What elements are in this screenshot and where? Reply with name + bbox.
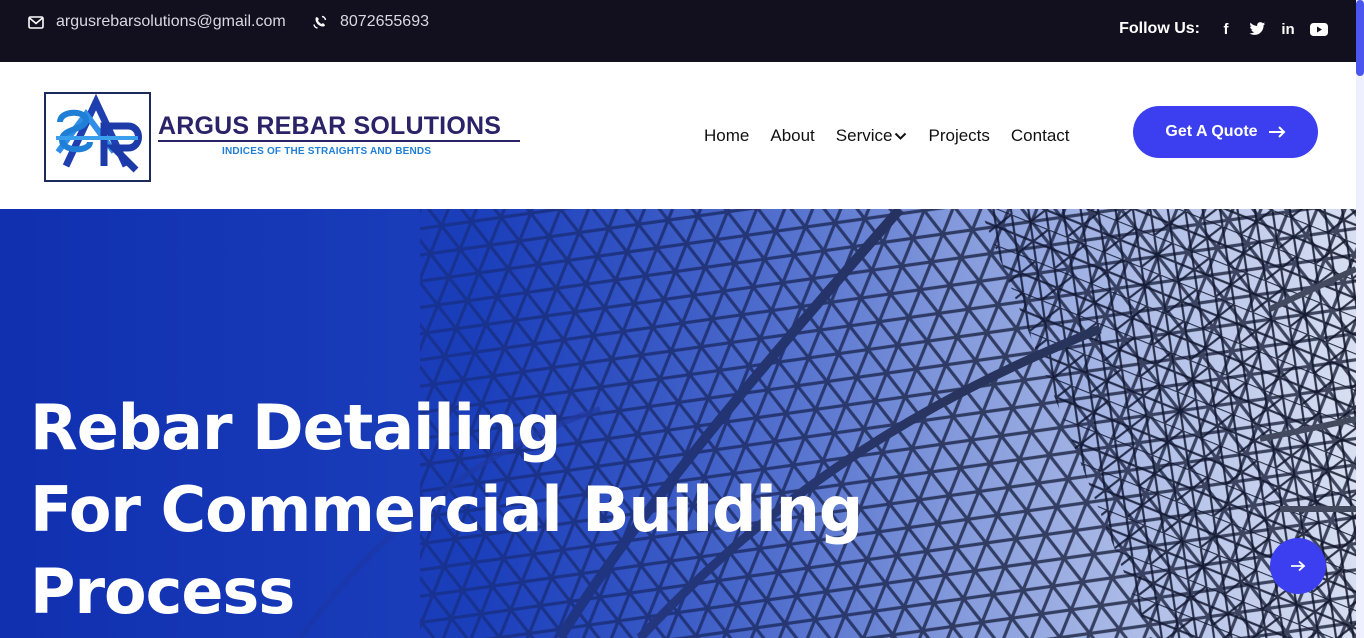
scrollbar-thumb[interactable] (1356, 0, 1364, 76)
hero-heading-line-3: Process (30, 555, 295, 628)
nav-contact[interactable]: Contact (1011, 126, 1070, 146)
arrow-right-icon (1268, 126, 1285, 138)
follow-label: Follow Us: (1119, 20, 1200, 37)
quote-label: Get A Quote (1165, 123, 1258, 140)
phone-text: 8072655693 (340, 13, 429, 30)
phone-ring-icon (313, 15, 327, 29)
hero-heading: Rebar Detailing For Commercial Building … (30, 387, 863, 633)
nav-about[interactable]: About (770, 126, 814, 146)
facebook-icon[interactable]: f (1217, 20, 1235, 38)
top-bar: argusrebarsolutions@gmail.com 8072655693… (0, 0, 1356, 62)
logo-divider (158, 140, 520, 142)
nav-home[interactable]: Home (704, 126, 749, 146)
slider-next-button[interactable] (1270, 538, 1326, 594)
youtube-icon[interactable] (1310, 20, 1328, 38)
get-a-quote-button[interactable]: Get A Quote (1133, 106, 1318, 158)
hero-heading-line-1: Rebar Detailing (30, 391, 561, 464)
linkedin-icon[interactable]: in (1279, 20, 1297, 38)
arrow-right-icon (1291, 560, 1306, 572)
email-contact[interactable]: argusrebarsolutions@gmail.com (28, 13, 286, 31)
logo-tagline: INDICES OF THE STRAIGHTS AND BENDS (222, 146, 432, 157)
twitter-icon[interactable] (1248, 20, 1266, 38)
hero-heading-line-2: For Commercial Building (30, 473, 863, 546)
hero-slider: Rebar Detailing For Commercial Building … (0, 209, 1356, 638)
social-links: Follow Us: f in (1119, 20, 1328, 38)
logo-title: ARGUS REBAR SOLUTIONS (158, 112, 502, 140)
main-nav: Home About Service Projects Contact (704, 126, 1091, 146)
page-scrollbar[interactable] (1356, 0, 1364, 638)
email-text: argusrebarsolutions@gmail.com (56, 13, 286, 30)
nav-projects[interactable]: Projects (928, 126, 989, 146)
nav-service[interactable]: Service (836, 126, 908, 146)
phone-contact[interactable]: 8072655693 (312, 13, 429, 31)
logo[interactable]: ARGUS REBAR SOLUTIONS INDICES OF THE STR… (44, 92, 520, 182)
logo-emblem (44, 92, 151, 182)
envelope-icon (28, 15, 44, 29)
chevron-down-icon (895, 132, 907, 140)
site-header: ARGUS REBAR SOLUTIONS INDICES OF THE STR… (0, 62, 1356, 209)
nav-service-label: Service (835, 126, 893, 145)
